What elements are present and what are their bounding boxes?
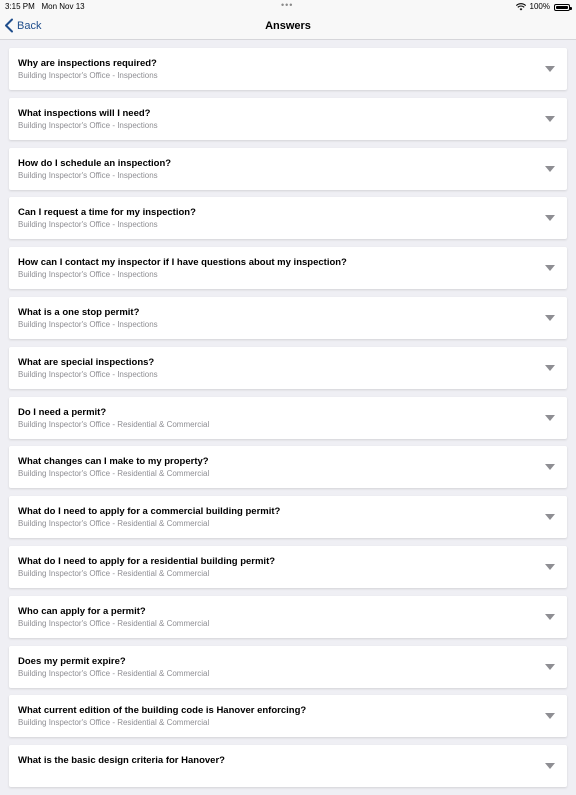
chevron-down-icon[interactable] <box>545 663 555 670</box>
list-item[interactable]: Why are inspections required? Building I… <box>9 48 567 90</box>
chevron-down-icon[interactable] <box>545 265 555 272</box>
chevron-down-icon[interactable] <box>545 563 555 570</box>
chevron-down-icon[interactable] <box>545 165 555 172</box>
answers-list: Why are inspections required? Building I… <box>9 48 567 795</box>
question-category: Building Inspector's Office - Residentia… <box>18 618 210 628</box>
question-text: What changes can I make to my property? <box>18 456 209 468</box>
question-text: Can I request a time for my inspection? <box>18 207 196 219</box>
chevron-down-icon[interactable] <box>545 414 555 421</box>
question-text: How can I contact my inspector if I have… <box>18 257 347 269</box>
chevron-down-icon[interactable] <box>545 514 555 521</box>
list-item[interactable]: What are special inspections? Building I… <box>9 346 567 389</box>
question-category: Building Inspector's Office - Inspection… <box>18 170 158 180</box>
chevron-down-icon[interactable] <box>545 364 555 371</box>
chevron-down-icon[interactable] <box>545 763 555 770</box>
wifi-icon <box>515 2 526 10</box>
question-text: Does my permit expire? <box>18 655 126 667</box>
list-item[interactable]: What is a one stop permit? Building Insp… <box>9 296 567 339</box>
list-item[interactable]: Can I request a time for my inspection? … <box>9 197 567 240</box>
chevron-down-icon[interactable] <box>545 613 555 620</box>
question-text: Do I need a permit? <box>18 406 107 418</box>
list-item[interactable]: How can I contact my inspector if I have… <box>9 247 567 290</box>
question-category: Building Inspector's Office - Residentia… <box>18 718 210 728</box>
list-item[interactable]: How do I schedule an inspection? Buildin… <box>9 147 567 190</box>
status-right: 100% <box>515 1 572 12</box>
list-item[interactable]: What current edition of the building cod… <box>9 695 567 738</box>
list-item[interactable]: What changes can I make to my property? … <box>9 446 567 489</box>
list-item[interactable]: What is the basic design criteria for Ha… <box>9 745 567 788</box>
question-category: Building Inspector's Office - Inspection… <box>18 120 158 130</box>
page-title: Answers <box>265 20 311 32</box>
battery-percent: 100% <box>529 2 550 11</box>
list-item[interactable]: What inspections will I need? Building I… <box>9 97 567 140</box>
question-text: Why are inspections required? <box>18 58 157 69</box>
chevron-down-icon[interactable] <box>545 115 555 122</box>
question-category: Building Inspector's Office - Residentia… <box>18 419 210 429</box>
question-text: How do I schedule an inspection? <box>18 157 172 169</box>
chevron-down-icon[interactable] <box>545 66 555 72</box>
navigation-bar: Back Answers <box>0 13 576 40</box>
question-text: What are special inspections? <box>18 356 155 368</box>
question-category: Building Inspector's Office - Residentia… <box>18 469 210 479</box>
list-item[interactable]: Do I need a permit? Building Inspector's… <box>9 396 567 439</box>
battery-icon <box>554 3 572 11</box>
list-item[interactable]: What do I need to apply for a residentia… <box>9 545 567 588</box>
question-category: Building Inspector's Office - Inspection… <box>18 220 158 230</box>
question-text: Who can apply for a permit? <box>18 605 146 617</box>
question-text: What is the basic design criteria for Ha… <box>18 755 225 767</box>
list-item[interactable]: Who can apply for a permit? Building Ins… <box>9 595 567 638</box>
status-time: 3:15 PM Mon Nov 13 <box>5 2 85 11</box>
question-category: Building Inspector's Office - Inspection… <box>18 319 158 329</box>
status-bar: 3:15 PM Mon Nov 13 ••• 100% <box>0 0 576 13</box>
question-text: What inspections will I need? <box>18 107 151 119</box>
chevron-down-icon[interactable] <box>545 713 555 720</box>
question-category: Building Inspector's Office - Residentia… <box>18 568 210 578</box>
question-text: What is a one stop permit? <box>18 306 140 318</box>
question-category: Building Inspector's Office - Inspection… <box>18 71 158 80</box>
chevron-down-icon[interactable] <box>545 314 555 321</box>
multitasking-dots[interactable]: ••• <box>281 0 293 11</box>
question-category: Building Inspector's Office - Residentia… <box>18 519 210 529</box>
question-text: What current edition of the building cod… <box>18 705 307 717</box>
question-text: What do I need to apply for a residentia… <box>18 555 276 567</box>
question-text: What do I need to apply for a commercial… <box>18 506 281 518</box>
list-item[interactable]: What do I need to apply for a commercial… <box>9 496 567 539</box>
chevron-down-icon[interactable] <box>545 464 555 471</box>
question-category: Building Inspector's Office - Residentia… <box>18 668 210 678</box>
list-item[interactable]: Does my permit expire? Building Inspecto… <box>9 645 567 688</box>
question-category: Building Inspector's Office - Inspection… <box>18 369 158 379</box>
question-category: Building Inspector's Office - Inspection… <box>18 270 158 280</box>
chevron-down-icon[interactable] <box>545 215 555 222</box>
